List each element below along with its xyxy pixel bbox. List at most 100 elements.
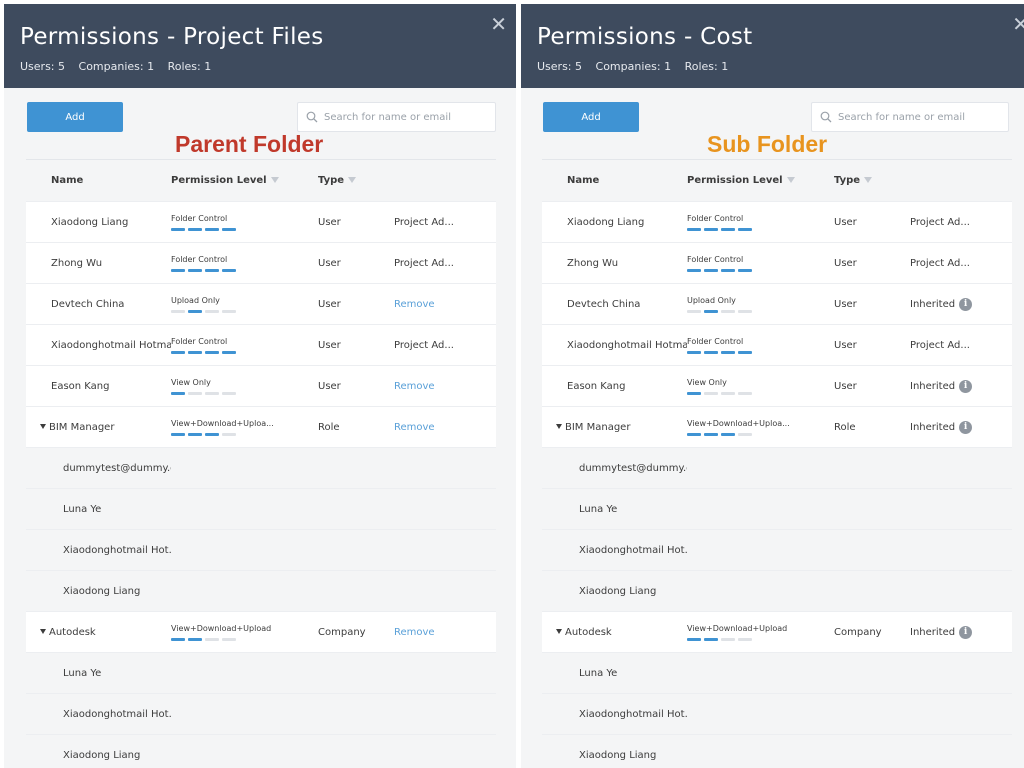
permission-label: Upload Only (171, 295, 220, 305)
panel-header: Permissions - Cost Users: 5 Companies: 1… (521, 4, 1024, 88)
permission-cell[interactable]: Folder Control (687, 255, 834, 272)
extra-cell: Project Ad... (910, 340, 1012, 351)
filter-icon[interactable] (864, 177, 873, 183)
permission-level-bars (687, 637, 834, 641)
name-cell: Luna Ye (542, 504, 687, 515)
extra-cell: Remove (394, 381, 496, 392)
panel-title: Permissions - Cost (537, 24, 753, 50)
remove-link[interactable]: Remove (394, 422, 435, 433)
info-icon[interactable]: i (959, 625, 973, 639)
add-button[interactable]: Add (543, 102, 639, 132)
group-row[interactable]: Autodesk View+Download+Upload Company Remov… (26, 611, 496, 652)
type-cell: User (318, 339, 341, 351)
permission-label: Folder Control (687, 336, 744, 346)
permission-level-bars (687, 268, 834, 272)
permission-cell[interactable]: Folder Control (171, 255, 318, 272)
permission-bar (721, 391, 735, 395)
permission-cell[interactable]: View+Download+Upload (687, 624, 834, 641)
info-icon[interactable]: i (959, 379, 973, 393)
chevron-down-icon[interactable] (40, 424, 46, 429)
column-type[interactable]: Type (318, 175, 394, 186)
member-row: dummytest@dummy.c... (542, 447, 1012, 488)
chevron-down-icon[interactable] (556, 424, 562, 429)
row-name: Xiaodong Liang (63, 585, 141, 597)
column-name[interactable]: Name (26, 175, 171, 186)
chevron-down-icon[interactable] (556, 629, 562, 634)
group-row[interactable]: Autodesk View+Download+Upload Company Inher… (542, 611, 1012, 652)
permission-cell[interactable]: View+Download+Uploa... (171, 419, 318, 436)
permission-bar (171, 350, 185, 354)
permission-label: Folder Control (687, 213, 744, 223)
search-input[interactable]: Search for name or email (297, 102, 496, 132)
companies-count: Companies: 1 (78, 60, 155, 73)
group-row[interactable]: BIM Manager View+Download+Uploa... Role Inh… (542, 406, 1012, 447)
permission-bar (171, 227, 185, 231)
permission-cell[interactable]: Folder Control (687, 337, 834, 354)
search-input[interactable]: Search for name or email (811, 102, 1009, 132)
permission-cell[interactable]: View Only (171, 378, 318, 395)
extra-cell: Remove (394, 422, 496, 433)
group-row[interactable]: BIM Manager View+Download+Uploa... Role Rem… (26, 406, 496, 447)
close-icon[interactable]: ✕ (490, 14, 507, 34)
name-cell: Eason Kang (542, 381, 687, 392)
extra-cell: Project Ad... (910, 258, 1012, 269)
extra-cell: Remove (394, 627, 496, 638)
permission-cell[interactable]: View+Download+Upload (171, 624, 318, 641)
row-name: Zhong Wu (567, 257, 619, 269)
info-icon[interactable]: i (959, 420, 973, 434)
permission-bar (171, 391, 185, 395)
table-header: Name Permission Level Type (542, 159, 1012, 201)
column-permission-level[interactable]: Permission Level (687, 175, 834, 186)
role-label: Project Ad... (394, 339, 454, 351)
table-row: Devtech China Upload Only User Remove (26, 283, 496, 324)
permission-cell[interactable]: Folder Control (687, 214, 834, 231)
add-button[interactable]: Add (27, 102, 123, 132)
chevron-down-icon[interactable] (40, 629, 46, 634)
remove-link[interactable]: Remove (394, 627, 435, 638)
extra-cell: Inherited i (910, 379, 1012, 393)
permission-bar (188, 268, 202, 272)
filter-icon[interactable] (270, 177, 279, 183)
type-cell: User (318, 380, 341, 392)
permission-label: View Only (171, 377, 211, 387)
permission-bar (687, 391, 701, 395)
remove-link[interactable]: Remove (394, 381, 435, 392)
column-permission-level[interactable]: Permission Level (171, 175, 318, 186)
permission-bar (704, 432, 718, 436)
close-icon[interactable]: ✕ (1012, 14, 1024, 34)
name-cell: Zhong Wu (542, 258, 687, 269)
permission-level-bars (171, 309, 318, 313)
table-row: Zhong Wu Folder Control User Project Ad... (26, 242, 496, 283)
permission-bar (171, 432, 185, 436)
type-cell: User (834, 380, 857, 392)
column-type[interactable]: Type (834, 175, 910, 186)
search-placeholder: Search for name or email (324, 111, 451, 123)
role-label: Project Ad... (394, 257, 454, 269)
table-row: Zhong Wu Folder Control User Project Ad... (542, 242, 1012, 283)
type-cell: User (834, 298, 857, 310)
name-cell: Xiaodong Liang (542, 217, 687, 228)
permission-cell[interactable]: Folder Control (171, 214, 318, 231)
filter-icon[interactable] (348, 177, 357, 183)
permission-bar (188, 391, 202, 395)
table-row: Eason Kang View Only User Remove (26, 365, 496, 406)
remove-link[interactable]: Remove (394, 299, 435, 310)
permission-cell[interactable]: View+Download+Uploa... (687, 419, 834, 436)
info-icon[interactable]: i (959, 297, 973, 311)
permission-cell[interactable]: Upload Only (687, 296, 834, 313)
permission-bar (704, 227, 718, 231)
permission-cell[interactable]: Folder Control (171, 337, 318, 354)
permission-label: Folder Control (171, 254, 228, 264)
name-cell: dummytest@dummy.c... (26, 463, 171, 474)
permission-cell[interactable]: Upload Only (171, 296, 318, 313)
permission-level-bars (171, 391, 318, 395)
permission-bar (721, 350, 735, 354)
row-name: Eason Kang (51, 380, 110, 392)
row-name: Autodesk (565, 626, 612, 638)
filter-icon[interactable] (786, 177, 795, 183)
permission-cell[interactable]: View Only (687, 378, 834, 395)
type-cell: User (834, 339, 857, 351)
permission-bar (721, 432, 735, 436)
column-name[interactable]: Name (542, 175, 687, 186)
member-row: Xiaodong Liang (26, 734, 496, 768)
